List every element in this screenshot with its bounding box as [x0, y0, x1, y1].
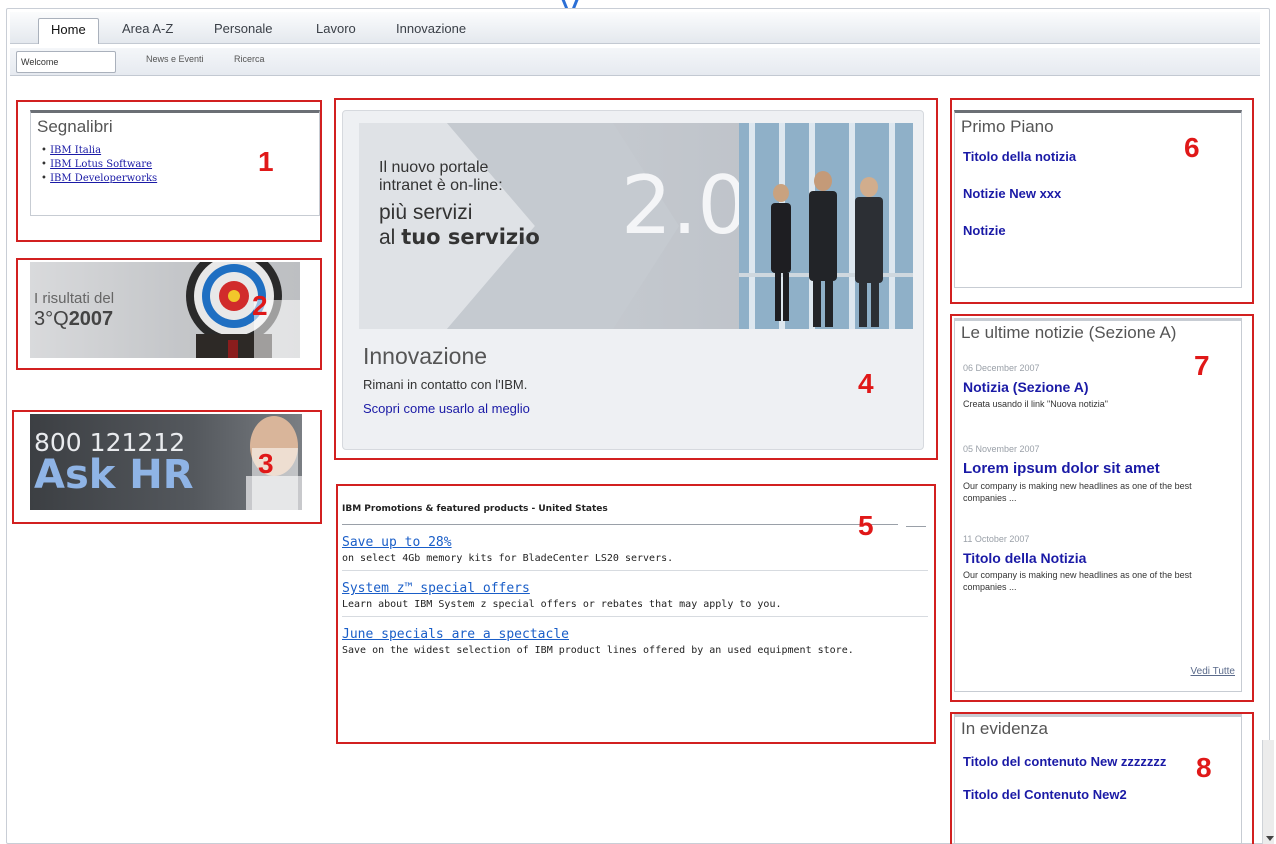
promotions-title: IBM Promotions & featured products - Uni… [342, 494, 898, 525]
tab-home[interactable]: Home [38, 18, 99, 44]
hero-version: 2.0 [621, 159, 749, 252]
primo-piano-link[interactable]: Notizie [963, 223, 1241, 238]
hero-learn-more-link[interactable]: Scopri come usarlo al meglio [363, 401, 530, 416]
scroll-down-arrow-icon[interactable] [1266, 836, 1274, 842]
page-scrollbar[interactable] [1262, 740, 1274, 844]
bookmark-link-lotus[interactable]: IBM Lotus Software [50, 159, 152, 170]
secondary-nav: Welcome News e Eventi Ricerca [10, 48, 1260, 76]
hero-headline: Il nuovo portale intranet è on-line: [379, 159, 503, 194]
bookmarks-portlet: Segnalibri IBM Italia IBM Lotus Software… [30, 110, 320, 216]
ask-hr-label: Ask HR [34, 452, 194, 498]
promo-description: on select 4Gb memory kits for BladeCente… [342, 553, 674, 564]
hero-portlet: Il nuovo portale intranet è on-line: più… [342, 110, 924, 450]
subtab-ricerca[interactable]: Ricerca [234, 54, 265, 64]
promo-link-save-up-to-28[interactable]: Save up to 28% [342, 535, 452, 550]
bookmark-link-ibm-italia[interactable]: IBM Italia [50, 145, 101, 156]
news-headline-link[interactable]: Titolo della Notizia [963, 550, 1241, 566]
latest-news-title: Le ultime notizie (Sezione A) [961, 323, 1177, 342]
promotions-portlet: IBM Promotions & featured products - Uni… [342, 494, 928, 730]
results-banner-text: I risultati del [34, 290, 115, 307]
marker-3: 3 [258, 448, 274, 479]
promo-link-june-specials[interactable]: June specials are a spectacle [342, 627, 569, 642]
tab-personale[interactable]: Personale [202, 18, 285, 44]
bookmarks-title: Segnalibri [37, 117, 113, 136]
marker-2: 2 [252, 290, 268, 321]
promo-description: Learn about IBM System z special offers … [342, 599, 782, 610]
in-evidenza-title: In evidenza [961, 719, 1048, 738]
featured-content-link[interactable]: Titolo del contenuto New zzzzzzz [963, 753, 1183, 771]
marker-6: 6 [1184, 132, 1200, 163]
promo-item: System z™ special offers Learn about IBM… [342, 571, 928, 617]
tab-area-a-z[interactable]: Area A-Z [110, 18, 185, 44]
see-all-news-link[interactable]: Vedi Tutte [1191, 666, 1235, 677]
promo-link-system-z[interactable]: System z™ special offers [342, 581, 530, 596]
featured-content-link[interactable]: Titolo del Contenuto New2 [963, 787, 1241, 802]
news-summary: Our company is making new headlines as o… [963, 481, 1192, 503]
primary-nav: Home Area A-Z Personale Lavoro Innovazio… [10, 12, 1260, 44]
promo-description: Save on the widest selection of IBM prod… [342, 645, 854, 656]
marker-5: 5 [858, 510, 874, 541]
news-headline-link[interactable]: Lorem ipsum dolor sit amet [963, 460, 1241, 477]
tab-lavoro[interactable]: Lavoro [304, 18, 368, 44]
subtab-news-eventi[interactable]: News e Eventi [146, 54, 204, 64]
primo-piano-link[interactable]: Notizie New xxx [963, 186, 1241, 201]
promo-item: June specials are a spectacle Save on th… [342, 617, 928, 662]
marker-7: 7 [1194, 350, 1210, 381]
hero-tagline: più servizi al tuo servizio [379, 201, 540, 249]
hero-subtitle: Rimani in contatto con l'IBM. [363, 377, 528, 392]
news-summary: Creata usando il link "Nuova notizia" [963, 399, 1108, 409]
tab-innovazione[interactable]: Innovazione [384, 18, 478, 44]
marker-1: 1 [258, 146, 274, 177]
results-banner-quarter: 3°Q2007 [34, 308, 114, 330]
news-summary: Our company is making new headlines as o… [963, 570, 1192, 592]
hero-banner[interactable]: Il nuovo portale intranet è on-line: più… [359, 123, 913, 329]
news-date: 05 November 2007 [963, 444, 1040, 454]
bookmark-link-developerworks[interactable]: IBM Developerworks [50, 173, 157, 184]
promo-item: Save up to 28% on select 4Gb memory kits… [342, 525, 928, 571]
hero-title: Innovazione [363, 343, 488, 369]
business-people-photo-icon [739, 123, 913, 329]
news-date: 11 October 2007 [963, 534, 1030, 544]
marker-8: 8 [1196, 752, 1212, 783]
marker-4: 4 [858, 368, 874, 399]
subtab-welcome[interactable]: Welcome [16, 51, 116, 73]
